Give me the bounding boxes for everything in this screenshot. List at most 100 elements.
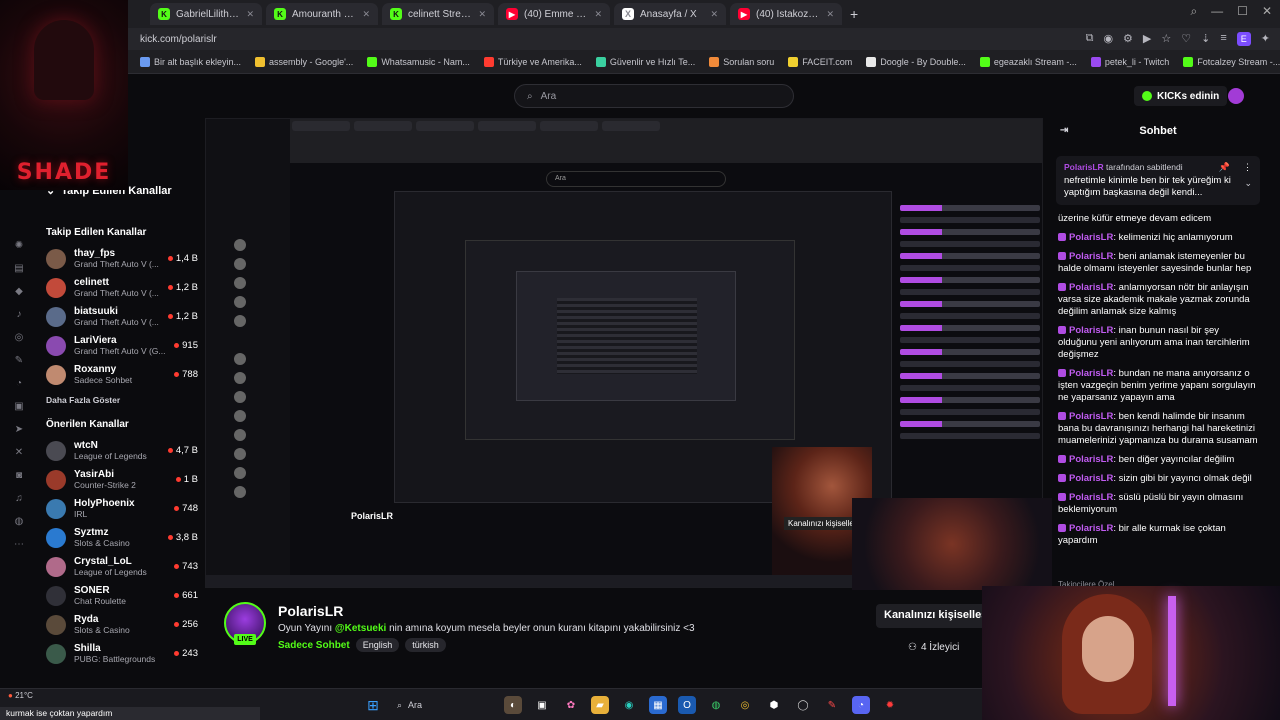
chat-username[interactable]: PolarisLR <box>1069 454 1113 465</box>
bookmark-item[interactable]: Doogle - By Double... <box>866 56 966 67</box>
bookmark-item[interactable]: FACEIT.com <box>788 56 852 67</box>
taskbar-search[interactable]: ⌕ Ara <box>393 695 493 715</box>
bookmark-item[interactable]: Sorulan soru <box>709 56 774 67</box>
chat-username[interactable]: PolarisLR <box>1069 325 1113 336</box>
windows-start-icon[interactable]: ⊞ <box>364 696 382 714</box>
widgets-icon[interactable]: ◐ <box>504 696 522 714</box>
url-text[interactable]: kick.com/polarislr <box>140 34 217 45</box>
paint-icon[interactable]: ✎ <box>823 696 841 714</box>
chat-username[interactable]: PolarisLR <box>1069 473 1113 484</box>
chat-username[interactable]: PolarisLR <box>1069 232 1113 243</box>
store-icon[interactable]: ▦ <box>649 696 667 714</box>
music-icon[interactable]: ♪ <box>17 309 22 320</box>
favorite-heart-icon[interactable]: ♡ <box>1181 32 1191 46</box>
streamer-name[interactable]: PolarisLR <box>278 603 343 619</box>
task-view-icon[interactable]: ▣ <box>533 696 551 714</box>
install-icon[interactable]: ⧉ <box>1086 32 1094 46</box>
tiktok-icon[interactable]: ♫ <box>15 493 23 504</box>
bookmark-item[interactable]: egeazaklı Stream -... <box>979 56 1077 67</box>
chat-message[interactable]: PolarisLR: sizin gibi bir yayıncı olmak … <box>1058 473 1260 485</box>
chat-username[interactable]: PolarisLR <box>1069 251 1113 262</box>
address-bar[interactable]: kick.com/polarislr ⧉ ◉ ⚙ ▶ ☆ ♡ ⇣ ≡ E ✦ <box>0 28 1280 50</box>
chat-message[interactable]: PolarisLR: süslü püslü bir yayın olmasın… <box>1058 492 1260 516</box>
chat-username[interactable]: PolarisLR <box>1069 492 1113 503</box>
chat-username[interactable]: PolarisLR <box>1069 368 1113 379</box>
chat-message[interactable]: üzerine küfür etmeye devam edicem <box>1058 213 1260 225</box>
bookmark-item[interactable]: assembly - Google'... <box>255 56 353 67</box>
camera-icon[interactable]: ◉ <box>1103 32 1113 46</box>
chat-message[interactable]: PolarisLR: inan bunun nasıl bir şey oldu… <box>1058 325 1260 361</box>
chrome-icon[interactable]: ◎ <box>736 696 754 714</box>
irl-icon[interactable]: ◆ <box>15 286 23 297</box>
obs-icon[interactable]: ◯ <box>794 696 812 714</box>
stream-category[interactable]: Sadece Sohbet <box>278 640 350 651</box>
minimize-icon[interactable]: — <box>1211 4 1223 19</box>
sidebar-channel-item[interactable]: wtcN League of Legends 4,7 B <box>36 436 200 465</box>
show-more-link[interactable]: Daha Fazla Göster <box>46 395 200 405</box>
menu-more-icon[interactable]: ⋯ <box>14 539 24 550</box>
customize-channel-button[interactable]: Kanalınızı kişiselleştirin <box>876 604 986 628</box>
sidebar-channel-item[interactable]: Shilla PUBG: Battlegrounds 243 <box>36 639 200 668</box>
download-icon[interactable]: ⇣ <box>1201 32 1210 46</box>
chat-message[interactable]: PolarisLR: beni anlamak istemeyenler bu … <box>1058 251 1260 275</box>
pin-icon[interactable]: 📌 <box>1219 162 1230 173</box>
play-icon[interactable]: ▶ <box>1143 32 1151 46</box>
sidebar-channel-item[interactable]: Ryda Slots & Casino 256 <box>36 610 200 639</box>
sidebar-channel-item[interactable]: YasirAbi Counter-Strike 2 1 B <box>36 465 200 494</box>
chat-message[interactable]: PolarisLR: bir alle kurmak ise çoktan ya… <box>1058 523 1260 547</box>
sidebar-channel-item[interactable]: Roxanny Sadece Sohbet 788 <box>36 360 200 389</box>
extensions-icon[interactable]: ✦ <box>1261 32 1270 46</box>
collapse-chat-icon[interactable]: ⇥ <box>1060 125 1068 136</box>
search-tabs-icon[interactable]: ⌕ <box>1190 4 1197 19</box>
chat-message[interactable]: PolarisLR: ben diğer yayıncılar değilim <box>1058 454 1260 466</box>
instagram-icon[interactable]: ◙ <box>16 470 22 481</box>
chat-message[interactable]: PolarisLR: ben kendi halimde bir insanım… <box>1058 411 1260 447</box>
close-tab-icon[interactable]: ✕ <box>594 9 602 20</box>
sidebar-channel-item[interactable]: SONER Chat Roulette 661 <box>36 581 200 610</box>
settings-icon[interactable]: ⚙ <box>1123 32 1133 46</box>
browser-tab[interactable]: ▶ (40) Emme Ya "Hemhen ✕ <box>498 3 610 25</box>
chat-message[interactable]: PolarisLR: anlamıyorsan nötr bir anlayış… <box>1058 282 1260 318</box>
sidebar-channel-item[interactable]: Syztmz Slots & Casino 3,8 B <box>36 523 200 552</box>
tag-turkish[interactable]: türkish <box>405 638 446 652</box>
copilot-icon[interactable]: ✿ <box>562 696 580 714</box>
sidebar-channel-item[interactable]: celinett Grand Theft Auto V (... 1,2 B <box>36 273 200 302</box>
chat-message[interactable]: PolarisLR: kelimenizi hiç anlamıyorum <box>1058 232 1260 244</box>
browser-tab[interactable]: ▶ (40) Istakoz - YouT ✕ <box>730 3 842 25</box>
close-tab-icon[interactable]: ✕ <box>710 9 718 20</box>
bookmark-item[interactable]: Güvenlir ve Hızlı Te... <box>595 56 695 67</box>
profile-icon[interactable]: E <box>1236 32 1251 46</box>
outlook-icon[interactable]: O <box>678 696 696 714</box>
discord-taskbar-icon[interactable]: ◔ <box>852 696 870 714</box>
sidebar-channel-item[interactable]: HolyPhoenix IRL 748 <box>36 494 200 523</box>
chevron-down-icon[interactable]: ⌄ <box>1244 178 1252 189</box>
user-avatar[interactable] <box>1228 88 1244 104</box>
creative-icon[interactable]: ✎ <box>15 355 23 366</box>
whatsapp-icon[interactable]: ◍ <box>707 696 725 714</box>
browser-tab[interactable]: K GabrielLilith Stream - W ✕ <box>150 3 262 25</box>
new-tab-icon[interactable]: + <box>850 6 858 22</box>
tag-english[interactable]: English <box>355 638 400 652</box>
chat-username[interactable]: PolarisLR <box>1069 282 1113 293</box>
app-icon[interactable]: ⬢ <box>765 696 783 714</box>
chat-icon[interactable]: ◔ <box>16 378 22 389</box>
close-tab-icon[interactable]: ✕ <box>362 9 370 20</box>
bookmark-item[interactable]: petek_li - Twitch <box>1090 56 1169 67</box>
chat-username[interactable]: PolarisLR <box>1069 411 1113 422</box>
search-input[interactable]: ⌕ Ara <box>514 84 794 108</box>
browser-tab[interactable]: X Anasayfa / X ✕ <box>614 3 726 25</box>
more-options-icon[interactable]: ⋮ <box>1243 162 1252 173</box>
events-icon[interactable]: ▣ <box>14 401 23 412</box>
tab-list-icon[interactable]: ≡ <box>1220 32 1226 46</box>
sidebar-channel-item[interactable]: LariViera Grand Theft Auto V (G... 915 <box>36 331 200 360</box>
bookmark-item[interactable]: Türkiye ve Amerika... <box>483 56 582 67</box>
bookmark-item[interactable]: Fotcalzey Stream -... <box>1183 56 1280 67</box>
stream-title-mention[interactable]: @Ketsueki <box>335 623 386 634</box>
close-window-icon[interactable]: ✕ <box>1262 4 1272 19</box>
close-tab-icon[interactable]: ✕ <box>246 9 254 20</box>
maximize-icon[interactable]: ☐ <box>1237 4 1248 19</box>
pinned-message[interactable]: PolarisLR tarafından sabitlendi nefretim… <box>1056 156 1260 205</box>
browser-tab[interactable]: K Amouranth Stream - Wa ✕ <box>266 3 378 25</box>
pinned-user[interactable]: PolarisLR <box>1064 162 1104 172</box>
discord-icon[interactable]: ◍ <box>15 516 24 527</box>
